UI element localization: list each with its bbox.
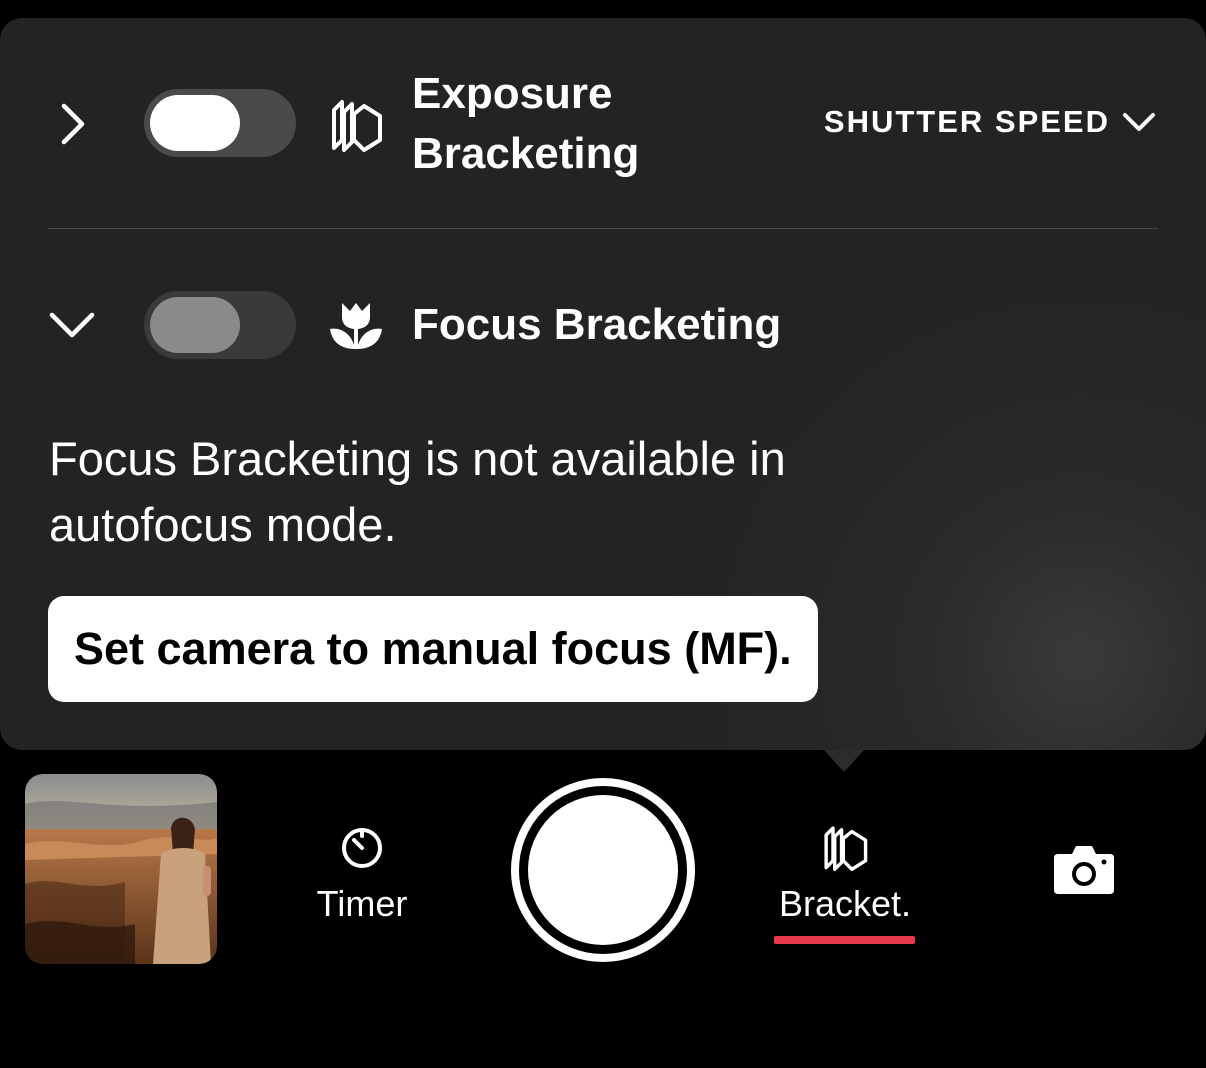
focus-unavailable-message: Focus Bracketing is not available in aut… <box>49 432 786 551</box>
chevron-down-icon <box>1123 113 1155 131</box>
tulip-macro-icon <box>330 303 382 349</box>
bracket-mode-label: SHUTTER SPEED <box>823 104 1110 139</box>
active-tool-indicator <box>774 936 915 944</box>
bracketing-panel: Exposure Bracketing SHUTTER SPEED Focus … <box>0 18 1206 772</box>
manual-focus-hint: Set camera to manual focus (MF). <box>48 596 818 702</box>
stacked-frames-icon <box>332 100 382 152</box>
camera-icon[interactable] <box>1052 844 1116 896</box>
timer-tool[interactable]: Timer <box>302 822 422 926</box>
photo-preview-image <box>25 774 217 964</box>
bracket-label: Bracket. <box>778 883 912 924</box>
focus-bracketing-toggle[interactable] <box>144 291 296 359</box>
exposure-title-line1: Exposure <box>412 69 613 118</box>
stacked-frames-icon <box>824 826 868 871</box>
bracket-mode-dropdown[interactable]: SHUTTER SPEED <box>824 104 1156 140</box>
shutter-button[interactable] <box>510 777 696 963</box>
exposure-bracketing-toggle[interactable] <box>144 89 296 157</box>
chevron-down-icon[interactable] <box>46 299 98 351</box>
last-photo-thumbnail[interactable] <box>25 774 217 964</box>
toggle-knob <box>150 95 240 151</box>
exposure-title-line2: Bracketing <box>412 129 640 178</box>
chevron-right-icon[interactable] <box>46 98 98 150</box>
exposure-bracketing-row[interactable]: Exposure Bracketing SHUTTER SPEED <box>0 18 1206 228</box>
timer-icon <box>342 828 382 868</box>
popover-pointer <box>824 750 864 772</box>
toggle-knob <box>150 297 240 353</box>
focus-bracketing-title: Focus Bracketing <box>412 300 782 349</box>
focus-bracketing-row[interactable]: Focus Bracketing <box>0 229 1206 389</box>
bracket-tool[interactable]: Bracket. <box>770 822 920 926</box>
timer-label: Timer <box>316 883 408 924</box>
exposure-bracketing-title: Exposure Bracketing <box>412 64 639 184</box>
